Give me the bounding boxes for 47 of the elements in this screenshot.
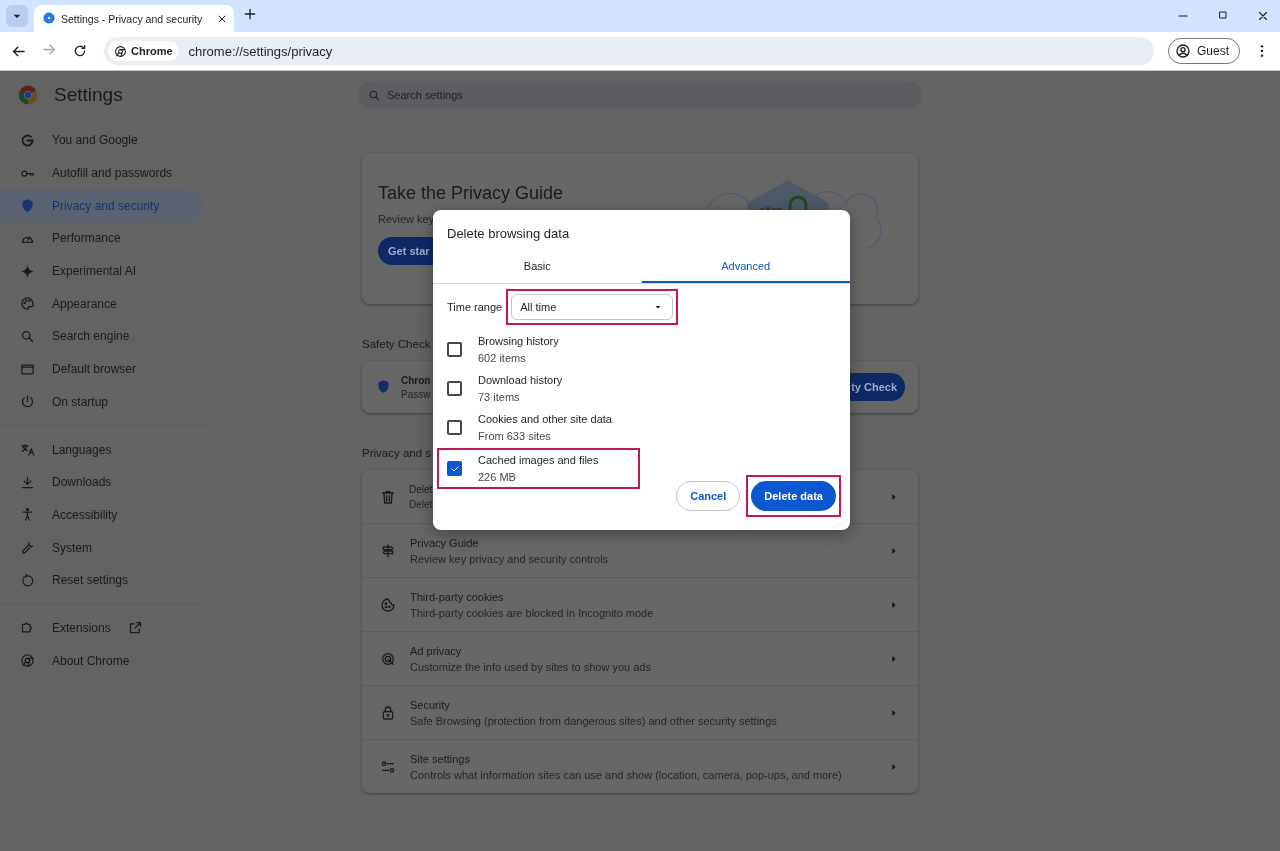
option-label: Browsing history — [478, 335, 559, 347]
sidebar-label: You and Google — [52, 133, 138, 148]
row-description: Third-party cookies are blocked in Incognito mode — [410, 606, 655, 619]
option-detail: 73 items — [478, 391, 521, 403]
sidebar-label: Appearance — [52, 296, 117, 311]
card-text: Review key — [378, 213, 435, 225]
card-title: Take the Privacy Guide — [378, 183, 565, 204]
card-title: Chron — [401, 374, 431, 386]
row-description: Customize the info used by sites to show you ads — [410, 660, 652, 673]
row-description: Controls what information sites can use and show (location, camera, pop-ups, and more) — [410, 768, 843, 781]
sidebar-label: Search engine — [52, 329, 130, 344]
sidebar-label: Experimental AI — [52, 264, 137, 279]
sidebar-label: Downloads — [52, 475, 112, 490]
row-title: Ad privacy — [410, 644, 463, 657]
row-description: Delet — [409, 498, 433, 510]
option-label: Download history — [478, 374, 563, 386]
option-label: Cached images and files — [478, 454, 599, 466]
sidebar-label: Extensions — [52, 620, 111, 635]
tab-title: Settings - Privacy and security — [61, 12, 204, 25]
option-label: Cookies and other site data — [478, 413, 612, 425]
sidebar-label: About Chrome — [52, 653, 130, 668]
sidebar-label: Accessibility — [52, 507, 118, 522]
sidebar-label: On startup — [52, 394, 109, 409]
sidebar-label: Default browser — [52, 362, 137, 377]
row-title: Privacy Guide — [410, 536, 480, 549]
sidebar-label: Reset settings — [52, 573, 129, 588]
field-label: Time range — [447, 301, 503, 313]
row-title: Delet — [409, 483, 433, 495]
card-text: Passw — [401, 388, 431, 400]
search-placeholder: Search settings — [387, 89, 463, 101]
row-title: Third-party cookies — [410, 590, 505, 603]
row-title: Security — [410, 698, 451, 711]
section-heading: Safety Check — [362, 338, 431, 350]
option-detail: 602 items — [478, 352, 527, 364]
sidebar-label: System — [52, 540, 92, 555]
url-text: chrome://settings/privacy — [188, 43, 333, 59]
sidebar-label: Privacy and security — [52, 198, 160, 213]
option-detail: From 633 sites — [478, 430, 552, 442]
row-title: Site settings — [410, 752, 471, 765]
section-heading: Privacy and s — [362, 447, 432, 459]
option-detail: 226 MB — [478, 471, 517, 483]
sidebar-label: Autofill and passwords — [52, 166, 173, 181]
row-description: Safe Browsing (protection from dangerous sites) and other security settings — [410, 714, 778, 727]
sidebar-label: Languages — [52, 442, 112, 457]
settings-title: Settings — [54, 84, 123, 106]
row-description: Review key privacy and security controls — [410, 552, 610, 565]
sidebar-label: Performance — [52, 231, 121, 246]
